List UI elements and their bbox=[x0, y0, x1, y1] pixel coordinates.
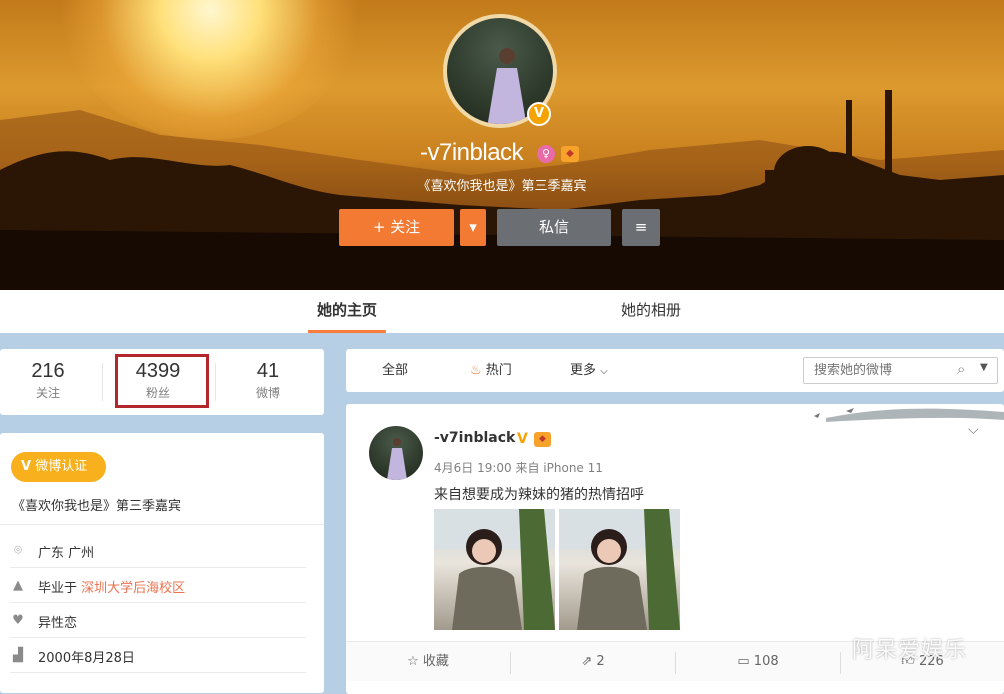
followers-highlight-box bbox=[115, 354, 209, 408]
profile-info-panel: V 微博认证 《喜欢你我也是》第三季嘉宾 ⌾ 广东 广州 ▲ 毕业于 深圳大学后… bbox=[0, 433, 324, 693]
post-avatar-figure bbox=[387, 438, 407, 480]
photo-figure bbox=[559, 509, 680, 630]
info-education: ▲ 毕业于 深圳大学后海校区 bbox=[10, 568, 306, 603]
post-photo-1[interactable] bbox=[434, 509, 555, 630]
photo-figure bbox=[434, 509, 555, 630]
cake-icon: ▟ bbox=[13, 648, 23, 663]
verify-v-icon: V bbox=[21, 459, 32, 474]
filter-all[interactable]: 全部 bbox=[382, 349, 408, 392]
education-prefix: 毕业于 bbox=[38, 581, 78, 596]
follow-dropdown-button[interactable]: ▾ bbox=[460, 209, 486, 246]
info-orientation: ♥ 异性恋 bbox=[10, 603, 306, 638]
info-birthday: ▟ 2000年8月28日 bbox=[10, 638, 306, 673]
stat-divider bbox=[215, 363, 216, 401]
repost-icon: ⇗ bbox=[581, 654, 593, 669]
search-icon[interactable]: ⌕ bbox=[957, 360, 965, 378]
orientation-text: 异性恋 bbox=[38, 616, 78, 631]
watermark-text: 阿呆爱娱乐 bbox=[852, 638, 968, 663]
comment-icon: ▭ bbox=[737, 654, 750, 669]
profile-cover: V -v7inblack ♀ ◆ 《喜欢你我也是》第三季嘉宾 + 关注 ▾ 私信… bbox=[0, 0, 1004, 290]
stat-following[interactable]: 216 关注 bbox=[0, 360, 98, 401]
stat-divider bbox=[102, 363, 103, 401]
stat-posts-label: 微博 bbox=[255, 386, 280, 400]
search-dropdown-icon[interactable]: ▼ bbox=[980, 362, 988, 373]
message-button[interactable]: 私信 bbox=[497, 209, 611, 246]
favorite-button[interactable]: ☆ 收藏 bbox=[346, 642, 510, 682]
feed-search: ⌕ ▼ bbox=[803, 357, 998, 384]
info-location: ⌾ 广东 广州 bbox=[10, 533, 306, 568]
post-author-avatar[interactable] bbox=[369, 426, 423, 480]
filter-hot-label: 热门 bbox=[485, 363, 512, 378]
gift-badge-icon[interactable]: ◆ bbox=[561, 146, 579, 162]
weibo-verify-badge[interactable]: V 微博认证 bbox=[11, 452, 106, 482]
post-photo-2[interactable] bbox=[559, 509, 680, 630]
member-badge-icon[interactable]: ♀ bbox=[537, 145, 555, 163]
more-menu-button[interactable]: ≡ bbox=[622, 209, 660, 246]
caret-down-icon: ▾ bbox=[469, 218, 477, 236]
education-text: 毕业于 深圳大学后海校区 bbox=[38, 577, 185, 596]
filter-more[interactable]: 更多 ⌵ bbox=[570, 349, 608, 393]
filter-more-label: 更多 bbox=[570, 363, 597, 378]
hamburger-icon: ≡ bbox=[634, 218, 648, 236]
follow-button[interactable]: + 关注 bbox=[339, 209, 454, 246]
stat-posts[interactable]: 41 微博 bbox=[218, 360, 318, 401]
post-text: 来自想要成为辣妹的猪的热情招呼 bbox=[434, 487, 644, 503]
repost-button[interactable]: ⇗ 2 bbox=[511, 642, 675, 682]
stat-posts-value: 41 bbox=[256, 360, 280, 382]
post-menu-chevron-icon[interactable]: ⌵ bbox=[968, 422, 979, 438]
post-verified-icon: V bbox=[517, 431, 528, 447]
birthday-text: 2000年8月28日 bbox=[38, 651, 135, 666]
location-text: 广东 广州 bbox=[38, 546, 95, 561]
flame-icon: ♨ bbox=[470, 363, 482, 378]
profile-description: 《喜欢你我也是》第三季嘉宾 bbox=[417, 179, 587, 194]
school-link[interactable]: 深圳大学后海校区 bbox=[81, 581, 185, 596]
tab-home[interactable]: 她的主页 bbox=[308, 290, 386, 333]
verified-badge-icon: V bbox=[527, 102, 551, 126]
verify-label: 微博认证 bbox=[35, 459, 88, 474]
post-meta: 4月6日 19:00 来自 iPhone 11 bbox=[434, 461, 603, 475]
graduation-cap-icon: ▲ bbox=[13, 578, 23, 593]
profile-tabs: 她的主页 她的相册 bbox=[0, 290, 1004, 333]
repost-count: 2 bbox=[596, 654, 605, 669]
search-input[interactable] bbox=[814, 363, 954, 378]
stat-following-label: 关注 bbox=[35, 386, 60, 400]
star-icon: ☆ bbox=[407, 654, 419, 669]
location-pin-icon: ⌾ bbox=[14, 543, 22, 558]
post-author-name[interactable]: -v7inblack bbox=[434, 430, 515, 446]
filter-hot[interactable]: ♨ 热门 bbox=[470, 349, 512, 392]
heart-icon: ♥ bbox=[12, 613, 24, 628]
verify-description: 《喜欢你我也是》第三季嘉宾 bbox=[12, 499, 182, 514]
profile-username: -v7inblack bbox=[420, 139, 524, 166]
comment-count: 108 bbox=[753, 654, 779, 669]
post-gift-icon: ◆ bbox=[534, 432, 551, 447]
favorite-label: 收藏 bbox=[422, 654, 449, 669]
stat-following-value: 216 bbox=[31, 360, 65, 382]
info-divider bbox=[0, 524, 324, 525]
chevron-down-icon: ⌵ bbox=[600, 366, 608, 377]
comment-button[interactable]: ▭ 108 bbox=[676, 642, 840, 682]
tab-album[interactable]: 她的相册 bbox=[611, 290, 691, 333]
